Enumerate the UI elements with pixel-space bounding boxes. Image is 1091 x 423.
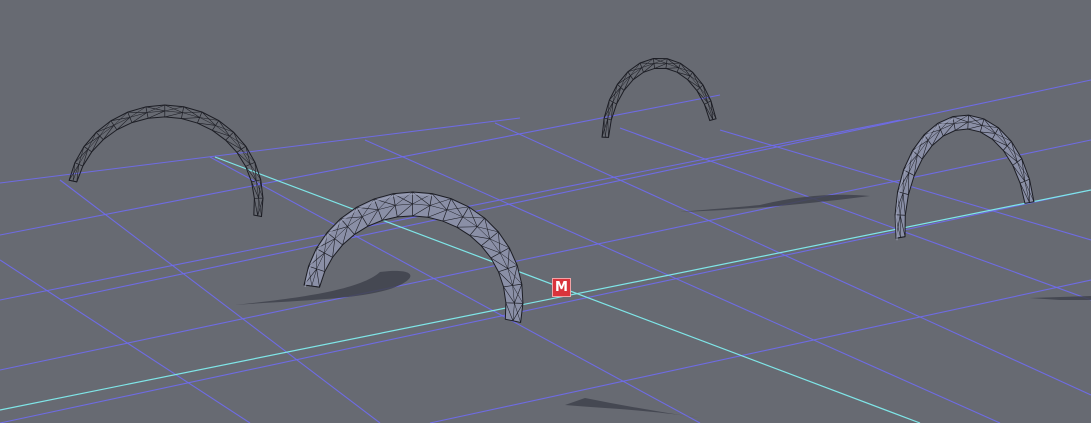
axis-line-z xyxy=(0,189,1091,411)
scene-canvas[interactable] xyxy=(0,0,1091,423)
3d-viewport[interactable]: M xyxy=(0,0,1091,423)
grid-line xyxy=(59,79,1091,301)
fender-arch-1[interactable] xyxy=(68,104,264,218)
grid-line xyxy=(429,279,1091,423)
origin-marker-icon[interactable]: M xyxy=(552,278,571,297)
fender-arch-2[interactable] xyxy=(303,191,524,324)
grid-line xyxy=(0,259,251,423)
grid-line xyxy=(619,127,1091,301)
grid-line xyxy=(494,122,1091,396)
grid-line xyxy=(0,189,1091,423)
grid-line xyxy=(59,179,381,423)
fender-arch-4[interactable] xyxy=(894,114,1035,241)
grid-line xyxy=(0,139,1091,371)
object-shadow xyxy=(1030,296,1091,300)
grid-line xyxy=(209,156,701,423)
object-shadow xyxy=(565,398,700,418)
fender-arch-3[interactable] xyxy=(601,58,717,138)
